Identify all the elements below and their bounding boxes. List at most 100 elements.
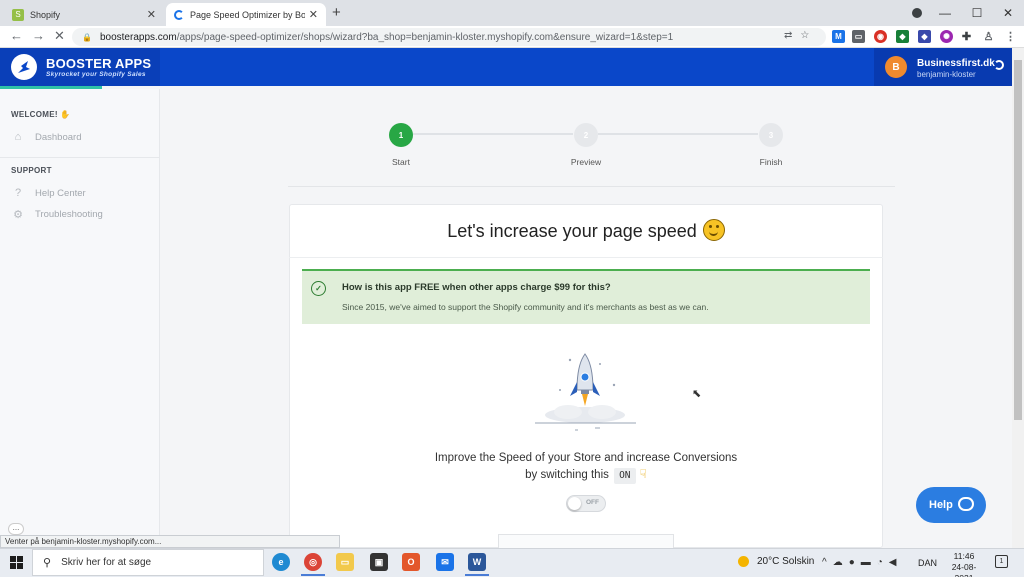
chrome-browser-icon[interactable]: ◎	[304, 553, 322, 571]
toggle-label: OFF	[586, 499, 599, 506]
tab-title: Shopify	[30, 9, 61, 20]
system-tray: ^ ☁ ● ▬ ◔ ◀	[822, 557, 897, 568]
improve-text: Improve the Speed of your Store and incr…	[289, 450, 883, 484]
mail-icon[interactable]: ✉	[436, 553, 454, 571]
speed-toggle[interactable]: OFF	[566, 495, 606, 512]
card-divider	[289, 257, 883, 258]
store-icon[interactable]: ▣	[370, 553, 388, 571]
tab-shopify[interactable]: S Shopify ✕	[4, 3, 164, 26]
help-button[interactable]: Help	[916, 487, 986, 523]
battery-icon[interactable]: ▬	[861, 557, 871, 568]
weather-widget[interactable]: 20°C Solskin	[738, 556, 814, 567]
new-tab-icon[interactable]: +	[332, 4, 341, 21]
question-circle-icon: ?	[14, 187, 22, 199]
step-2-circle[interactable]: 2	[574, 123, 598, 147]
windows-start-icon[interactable]	[10, 556, 23, 569]
stepper-divider	[288, 186, 895, 187]
lock-icon: 🔒	[82, 32, 92, 42]
search-icon: ⚲	[43, 557, 52, 569]
loading-spinner-icon	[994, 60, 1004, 70]
browser-status-bar: Venter på benjamin-kloster.myshopify.com…	[0, 535, 340, 548]
sidebar-item-label: Dashboard	[35, 131, 82, 143]
maximize-icon[interactable]: ☐	[962, 0, 992, 26]
extension-m-icon[interactable]: M	[832, 30, 845, 43]
sidebar-section-support: SUPPORT	[11, 166, 52, 175]
edge-browser-icon[interactable]: e	[272, 553, 290, 571]
info-banner	[302, 269, 870, 324]
extension-green-icon[interactable]: ◆	[896, 30, 909, 43]
cloud-icon[interactable]: ☁	[833, 557, 843, 568]
language-indicator[interactable]: DAN	[918, 558, 937, 568]
step-1-circle[interactable]: 1	[389, 123, 413, 147]
extensions-puzzle-icon[interactable]: ✚	[960, 30, 973, 43]
url-path: /apps/page-speed-optimizer/shops/wizard?…	[176, 31, 674, 43]
on-code-label: ON	[614, 468, 636, 484]
office-icon[interactable]: O	[402, 553, 420, 571]
brand-name: BOOSTER APPS	[46, 56, 152, 71]
close-tab-icon[interactable]: ✕	[147, 8, 156, 21]
notification-icon[interactable]: 1	[995, 555, 1008, 568]
banner-title: How is this app FREE when other apps cha…	[342, 282, 611, 293]
microphone-icon[interactable]: ●	[849, 557, 855, 568]
wrench-icon: ⚙	[13, 208, 23, 221]
sidebar-section-welcome: WELCOME! ✋	[11, 110, 71, 119]
extension-blue-icon[interactable]: ◆	[918, 30, 931, 43]
rocket-illustration-icon	[530, 352, 640, 435]
taskbar-clock[interactable]: 11:46 24-08-2021	[944, 551, 984, 577]
extension-purple-icon[interactable]: ✺	[940, 30, 953, 43]
close-tab-icon[interactable]: ✕	[309, 8, 318, 21]
banner-text: Since 2015, we've aimed to support the S…	[342, 302, 709, 312]
scrollbar-thumb[interactable]	[1014, 60, 1022, 420]
step-2-label: Preview	[570, 157, 602, 167]
sidebar-item-label: Help Center	[35, 187, 86, 199]
step-3-circle[interactable]: 3	[759, 123, 783, 147]
account-name[interactable]: Businessfirst.dk	[917, 58, 995, 69]
loading-spinner-icon	[174, 9, 184, 20]
pointing-hand-icon: ☟	[639, 467, 647, 481]
active-app-indicator	[301, 574, 325, 576]
profile-avatar-icon[interactable]: ♙	[982, 30, 995, 43]
browser-menu-icon[interactable]: ⋮	[1004, 30, 1017, 43]
back-icon[interactable]: ←	[10, 28, 23, 43]
file-explorer-icon[interactable]: ▭	[336, 553, 354, 571]
next-section-box	[498, 534, 674, 548]
word-icon[interactable]: W	[468, 553, 486, 571]
volume-icon[interactable]: ◀	[889, 557, 897, 568]
step-connector	[413, 133, 573, 135]
sidebar-item-help-center[interactable]: ? Help Center	[11, 186, 86, 200]
smiley-icon	[702, 219, 725, 241]
sidebar-item-dashboard[interactable]: ⌂ Dashboard	[11, 130, 82, 144]
sidebar-item-troubleshooting[interactable]: ⚙ Troubleshooting	[11, 207, 103, 221]
profile-icon[interactable]	[912, 8, 922, 18]
extension-card-icon[interactable]: ▭	[852, 30, 865, 43]
tab-page-speed-optimizer[interactable]: Page Speed Optimizer by Booste ✕	[166, 3, 326, 26]
forward-icon[interactable]: →	[32, 28, 45, 43]
step-1-label: Start	[392, 157, 410, 167]
sun-icon	[738, 556, 749, 567]
address-bar[interactable]: 🔒 boosterapps.com/apps/page-speed-optimi…	[72, 28, 826, 46]
chevron-up-icon[interactable]: ^	[822, 557, 827, 568]
mouse-cursor-icon: ⬉	[692, 388, 702, 400]
taskbar-search-input[interactable]: ⚲ Skriv her for at søge	[32, 549, 264, 576]
sidebar-divider	[0, 157, 159, 158]
toggle-knob	[568, 497, 581, 510]
close-window-icon[interactable]: ✕	[993, 0, 1023, 26]
more-dots-icon[interactable]: ...	[8, 523, 24, 535]
avatar[interactable]: B	[885, 56, 907, 78]
url-domain: boosterapps.com	[99, 31, 177, 43]
account-handle: benjamin-kloster	[917, 70, 976, 79]
booster-apps-logo-icon[interactable]	[11, 54, 37, 80]
check-circle-icon: ✓	[311, 281, 326, 296]
shopify-icon: S	[12, 8, 24, 21]
stop-loading-icon[interactable]: ✕	[54, 28, 65, 44]
waving-hand-icon: ✋	[60, 110, 71, 119]
translate-icon[interactable]: ⇄	[784, 30, 792, 41]
bookmark-star-icon[interactable]: ☆	[800, 30, 809, 41]
minimize-icon[interactable]: —	[930, 0, 960, 26]
network-icon[interactable]: ◔	[877, 557, 883, 568]
step-3-label: Finish	[759, 157, 783, 167]
active-app-indicator	[465, 574, 489, 576]
home-icon: ⌂	[14, 131, 22, 143]
extension-red-icon[interactable]: ◉	[874, 30, 887, 43]
page-title: Let's increase your page speed	[289, 219, 883, 242]
